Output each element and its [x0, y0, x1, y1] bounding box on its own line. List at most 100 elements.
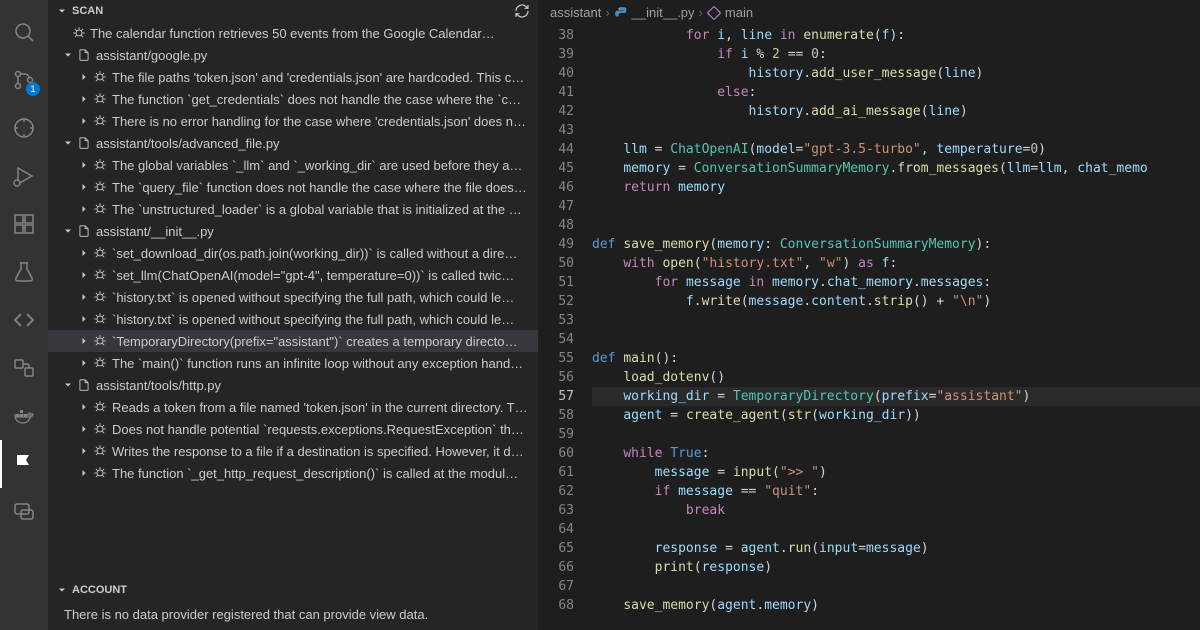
- scan-issue-row[interactable]: There is no error handling for the case …: [48, 110, 538, 132]
- code-line[interactable]: history.add_ai_message(line): [592, 102, 1200, 121]
- code-line[interactable]: message = input(">> "): [592, 463, 1200, 482]
- scan-issue-row[interactable]: `set_download_dir(os.path.join(working_d…: [48, 242, 538, 264]
- scan-issue-row[interactable]: The `unstructured_loader` is a global va…: [48, 198, 538, 220]
- scan-file-row[interactable]: assistant/google.py: [48, 44, 538, 66]
- source-control-icon[interactable]: 1: [0, 56, 48, 104]
- code-line[interactable]: [592, 520, 1200, 539]
- code-lines[interactable]: for i, line in enumerate(f): if i % 2 ==…: [592, 26, 1200, 630]
- scan-issue-label: The `query_file` function does not handl…: [112, 180, 527, 195]
- bug-icon: [92, 92, 108, 106]
- code-line[interactable]: agent = create_agent(str(working_dir)): [592, 406, 1200, 425]
- code-line[interactable]: save_memory(agent.memory): [592, 596, 1200, 615]
- code-line[interactable]: def main():: [592, 349, 1200, 368]
- code-line[interactable]: while True:: [592, 444, 1200, 463]
- scan-file-row[interactable]: assistant/tools/advanced_file.py: [48, 132, 538, 154]
- scan-issue-row[interactable]: `history.txt` is opened without specifyi…: [48, 308, 538, 330]
- docker-icon[interactable]: [0, 392, 48, 440]
- scan-title: SCAN: [72, 5, 103, 17]
- chat-icon[interactable]: [0, 488, 48, 536]
- run-debug-icon[interactable]: [0, 152, 48, 200]
- chevron-right-icon: [76, 401, 92, 413]
- python-file-icon: [614, 6, 628, 20]
- code-line[interactable]: for i, line in enumerate(f):: [592, 26, 1200, 45]
- breadcrumb-root[interactable]: assistant: [550, 5, 601, 20]
- code-line[interactable]: [592, 311, 1200, 330]
- chevron-right-icon: [76, 93, 92, 105]
- scan-file-row[interactable]: assistant/__init__.py: [48, 220, 538, 242]
- scan-section-header[interactable]: SCAN: [48, 0, 538, 22]
- chevron-down-icon: [60, 225, 76, 237]
- search-icon[interactable]: [0, 8, 48, 56]
- tags-icon[interactable]: [0, 296, 48, 344]
- bug-icon: [92, 444, 108, 458]
- code-line[interactable]: [592, 121, 1200, 140]
- chevron-right-icon: [76, 445, 92, 457]
- code-line[interactable]: print(response): [592, 558, 1200, 577]
- test-icon[interactable]: [0, 248, 48, 296]
- scan-issue-label: `TemporaryDirectory(prefix="assistant")`…: [112, 334, 518, 349]
- account-section-header[interactable]: ACCOUNT: [48, 581, 538, 599]
- scan-issue-row[interactable]: Reads a token from a file named 'token.j…: [48, 396, 538, 418]
- scan-issue-row[interactable]: Does not handle potential `requests.exce…: [48, 418, 538, 440]
- chevron-right-icon: [76, 159, 92, 171]
- bug-icon: [92, 180, 108, 194]
- scan-file-row[interactable]: assistant/tools/http.py: [48, 374, 538, 396]
- code-line[interactable]: break: [592, 501, 1200, 520]
- scan-issue-row[interactable]: The function `_get_http_request_descript…: [48, 462, 538, 484]
- bug-icon: [72, 26, 86, 40]
- code-line[interactable]: response = agent.run(input=message): [592, 539, 1200, 558]
- code-line[interactable]: if i % 2 == 0:: [592, 45, 1200, 64]
- code-line[interactable]: else:: [592, 83, 1200, 102]
- code-area[interactable]: 3839404142434445464748495051525354555657…: [538, 26, 1200, 630]
- breadcrumbs[interactable]: assistant › __init__.py › main: [538, 0, 1200, 26]
- flag-icon[interactable]: [0, 440, 48, 488]
- code-line[interactable]: f.write(message.content.strip() + "\n"): [592, 292, 1200, 311]
- scan-issue-label: There is no error handling for the case …: [112, 114, 526, 129]
- account-message: There is no data provider registered tha…: [48, 599, 538, 630]
- scan-issue-row[interactable]: The file paths 'token.json' and 'credent…: [48, 66, 538, 88]
- scan-issue-row[interactable]: `TemporaryDirectory(prefix="assistant")`…: [48, 330, 538, 352]
- code-line[interactable]: with open("history.txt", "w") as f:: [592, 254, 1200, 273]
- scan-issue-label: The global variables `_llm` and `_workin…: [112, 158, 522, 173]
- scan-issue-row[interactable]: The global variables `_llm` and `_workin…: [48, 154, 538, 176]
- code-line[interactable]: return memory: [592, 178, 1200, 197]
- scan-issue-row[interactable]: The `main()` function runs an infinite l…: [48, 352, 538, 374]
- code-line[interactable]: def save_memory(memory: ConversationSumm…: [592, 235, 1200, 254]
- remote-icon[interactable]: [0, 344, 48, 392]
- bug-icon: [92, 312, 108, 326]
- breadcrumb-symbol[interactable]: main: [725, 5, 753, 20]
- code-line[interactable]: [592, 577, 1200, 596]
- scan-issue-row[interactable]: `history.txt` is opened without specifyi…: [48, 286, 538, 308]
- scan-issue-row[interactable]: Writes the response to a file if a desti…: [48, 440, 538, 462]
- bug-icon: [92, 400, 108, 414]
- code-line[interactable]: if message == "quit":: [592, 482, 1200, 501]
- bug-icon: [92, 422, 108, 436]
- chevron-right-icon: [76, 181, 92, 193]
- scan-issue-label: `history.txt` is opened without specifyi…: [112, 312, 514, 327]
- extensions-icon[interactable]: [0, 200, 48, 248]
- code-line[interactable]: [592, 197, 1200, 216]
- refresh-icon[interactable]: [514, 3, 530, 19]
- code-line[interactable]: for message in memory.chat_memory.messag…: [592, 273, 1200, 292]
- breadcrumb-file[interactable]: __init__.py: [632, 5, 695, 20]
- scan-issue-label: The `unstructured_loader` is a global va…: [112, 202, 522, 217]
- code-line[interactable]: [592, 425, 1200, 444]
- code-line[interactable]: load_dotenv(): [592, 368, 1200, 387]
- bug-icon: [92, 466, 108, 480]
- scan-issue-label: `history.txt` is opened without specifyi…: [112, 290, 514, 305]
- bug-icon: [92, 158, 108, 172]
- code-line[interactable]: history.add_user_message(line): [592, 64, 1200, 83]
- chevron-down-icon: [56, 5, 68, 17]
- target-icon[interactable]: [0, 104, 48, 152]
- code-line[interactable]: memory = ConversationSummaryMemory.from_…: [592, 159, 1200, 178]
- scan-issue-row[interactable]: The `query_file` function does not handl…: [48, 176, 538, 198]
- scan-item-truncated[interactable]: The calendar function retrieves 50 event…: [48, 22, 538, 44]
- code-line[interactable]: working_dir = TemporaryDirectory(prefix=…: [592, 387, 1200, 406]
- scan-issue-label: Does not handle potential `requests.exce…: [112, 422, 524, 437]
- scan-issue-row[interactable]: `set_llm(ChatOpenAI(model="gpt-4", tempe…: [48, 264, 538, 286]
- code-line[interactable]: llm = ChatOpenAI(model="gpt-3.5-turbo", …: [592, 140, 1200, 159]
- code-line[interactable]: [592, 330, 1200, 349]
- scan-issue-row[interactable]: The function `get_credentials` does not …: [48, 88, 538, 110]
- code-line[interactable]: [592, 216, 1200, 235]
- file-icon: [76, 48, 92, 62]
